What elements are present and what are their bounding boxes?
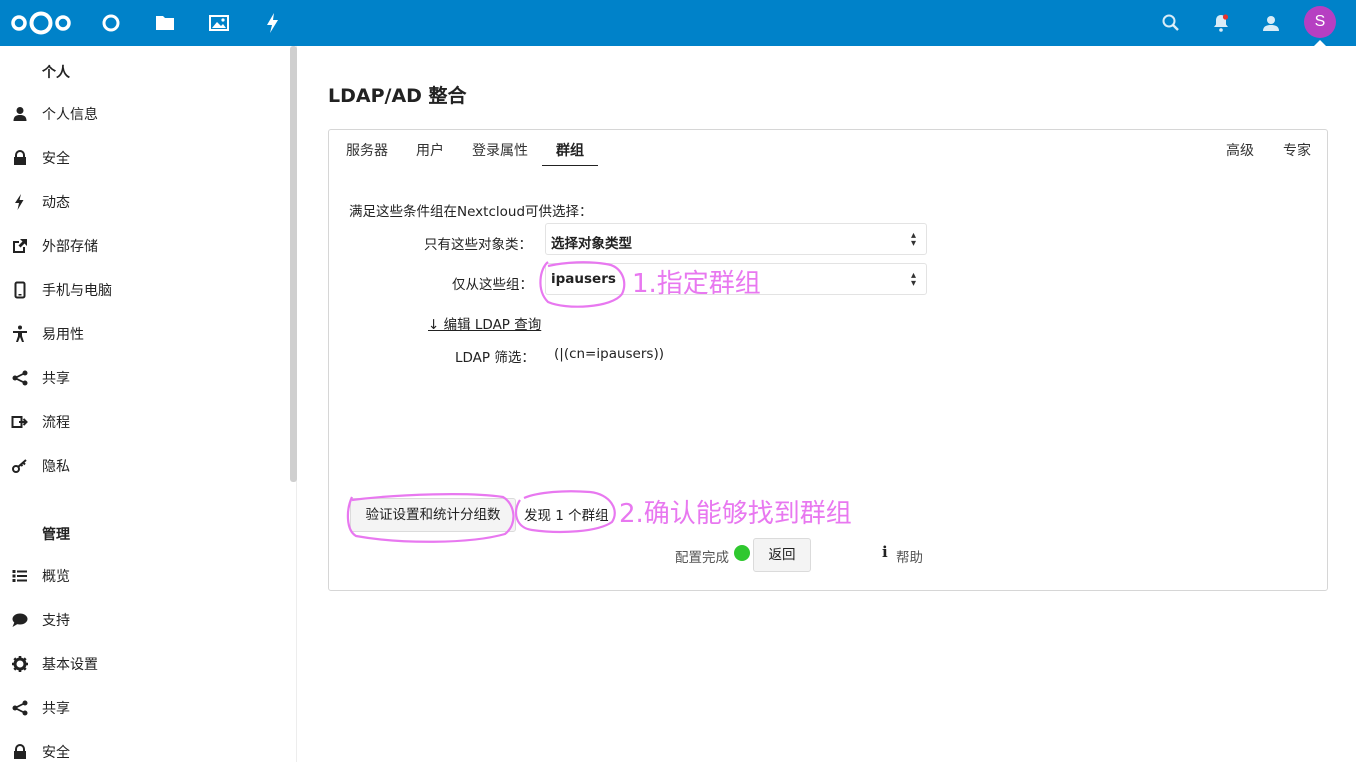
help-link[interactable]: 帮助 [896, 546, 923, 566]
sidebar-item-label: 共享 [42, 371, 70, 387]
sidebar-item-label: 外部存储 [42, 239, 98, 255]
tab-advanced[interactable]: 高级 [1226, 140, 1254, 166]
menu-caret [1313, 40, 1327, 47]
sidebar-item-label: 安全 [42, 745, 70, 761]
user-icon [13, 107, 27, 121]
groups-found-count: 发现 1 个群组 [524, 508, 609, 524]
tab-server[interactable]: 服务器 [346, 140, 388, 166]
sidebar-item-label: 概览 [42, 569, 70, 585]
select-arrows-icon: ▴ ▾ [910, 230, 916, 249]
sidebar-scrollbar[interactable] [290, 46, 297, 482]
sidebar-item-label: 流程 [42, 415, 70, 431]
sidebar-item-admin-security[interactable]: 安全 [0, 730, 288, 762]
sidebar-item-overview[interactable]: 概览 [0, 554, 288, 598]
personal-section-title: 个人 [42, 65, 70, 81]
files-icon[interactable] [153, 11, 177, 35]
search-icon[interactable] [1159, 11, 1183, 35]
lock-icon [14, 150, 26, 165]
sidebar-item-accessibility[interactable]: 易用性 [0, 312, 288, 356]
sidebar-item-flow[interactable]: 流程 [0, 400, 288, 444]
sidebar-item-label: 个人信息 [42, 107, 98, 123]
sidebar-item-label: 基本设置 [42, 657, 98, 673]
photos-icon[interactable] [207, 11, 231, 35]
object-class-value: 选择对象类型 [551, 236, 632, 252]
groups-value: ipausers [551, 271, 616, 287]
object-class-label: 只有这些对象类： [424, 237, 532, 253]
select-arrows-icon: ▴ ▾ [910, 270, 916, 289]
edit-ldap-query-link[interactable]: ↓ 编辑 LDAP 查询 [428, 313, 541, 333]
sidebar-item-label: 共享 [42, 701, 70, 717]
sidebar-item-mobile-desktop[interactable]: 手机与电脑 [0, 268, 288, 312]
gear-icon [12, 656, 28, 672]
ldap-filter-label: LDAP 筛选： [455, 350, 535, 366]
admin-section-title: 管理 [42, 527, 70, 543]
back-button[interactable]: 返回 [753, 538, 811, 572]
sidebar-item-sharing[interactable]: 共享 [0, 356, 288, 400]
accessibility-icon [13, 325, 27, 342]
list-icon [12, 570, 27, 582]
sidebar-item-personal-info[interactable]: 个人信息 [0, 92, 288, 136]
sidebar-item-label: 隐私 [42, 459, 70, 475]
sidebar-item-label: 手机与电脑 [42, 283, 112, 299]
notifications-icon[interactable] [1209, 11, 1233, 35]
top-header: S [0, 0, 1356, 47]
object-class-select[interactable]: 选择对象类型 ▴ ▾ [545, 223, 927, 255]
sidebar-item-privacy[interactable]: 隐私 [0, 444, 288, 488]
status-ok-indicator [734, 545, 750, 561]
chat-icon [12, 613, 28, 627]
tab-expert[interactable]: 专家 [1283, 140, 1311, 166]
flow-icon [11, 416, 28, 428]
info-icon[interactable]: i [882, 543, 888, 561]
tab-login-attributes[interactable]: 登录属性 [472, 140, 528, 166]
sidebar-item-basic-settings[interactable]: 基本设置 [0, 642, 288, 686]
phone-icon [14, 281, 26, 299]
avatar[interactable]: S [1304, 6, 1336, 38]
contacts-icon[interactable] [1259, 11, 1283, 35]
settings-sidebar: 个人 个人信息 安全 动态 外部存储 手机与电脑 易用性 共享 流程 隐私 管理… [0, 46, 297, 762]
groups-label: 仅从这些组： [452, 277, 533, 293]
sidebar-item-label: 安全 [42, 151, 70, 167]
share-icon [12, 700, 28, 716]
verify-settings-button[interactable]: 验证设置和统计分组数 [350, 498, 516, 532]
groups-description: 满足这些条件组在Nextcloud可供选择： [349, 204, 593, 220]
lightning-icon [15, 194, 24, 210]
key-icon [12, 459, 27, 473]
annotation-step1: 1.指定群组 [632, 269, 761, 299]
tab-users[interactable]: 用户 [416, 140, 444, 166]
annotation-step2: 2.确认能够找到群组 [619, 499, 852, 529]
tab-groups[interactable]: 群组 [542, 140, 598, 166]
sidebar-item-admin-sharing[interactable]: 共享 [0, 686, 288, 730]
sidebar-item-label: 动态 [42, 195, 70, 211]
dashboard-icon[interactable] [99, 11, 123, 35]
sidebar-item-support[interactable]: 支持 [0, 598, 288, 642]
lock-icon [14, 744, 26, 759]
sidebar-item-security[interactable]: 安全 [0, 136, 288, 180]
ldap-filter-value: (|(cn=ipausers)) [554, 346, 664, 362]
sidebar-item-external-storage[interactable]: 外部存储 [0, 224, 288, 268]
page-title: LDAP/AD 整合 [328, 85, 467, 107]
config-status-text: 配置完成 [675, 550, 729, 566]
share-icon [12, 370, 28, 386]
sidebar-item-label: 支持 [42, 613, 70, 629]
sidebar-item-label: 易用性 [42, 327, 84, 343]
external-link-icon [13, 239, 27, 253]
activity-icon[interactable] [261, 11, 285, 35]
nextcloud-logo[interactable] [10, 9, 72, 37]
sidebar-item-activity[interactable]: 动态 [0, 180, 288, 224]
